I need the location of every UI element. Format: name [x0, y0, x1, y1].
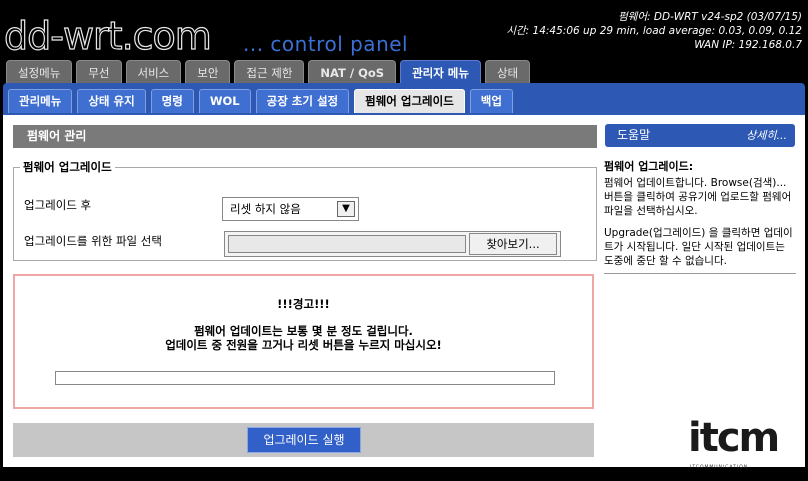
tab-setup[interactable]: 설정메뉴: [6, 60, 73, 84]
file-path-field[interactable]: [228, 235, 466, 253]
tab-security[interactable]: 보안: [185, 60, 231, 84]
help-heading: 펌웨어 업그레이드:: [604, 160, 694, 173]
help-body: 펌웨어 업그레이드: 펌웨어 업데이트합니다. Browse(검색)... 버튼…: [604, 160, 796, 276]
wan-ip: WAN IP: 192.168.0.7: [694, 39, 802, 51]
dd-wrt-logo: dd-wrt.com: [3, 14, 212, 58]
browse-button[interactable]: 찾아보기...: [469, 233, 557, 255]
help-more-link[interactable]: 상세히...: [746, 124, 787, 147]
uptime-line: 시간: 14:45:06 up 29 min, load average: 0.…: [506, 25, 802, 37]
control-panel-tagline: ... control panel: [243, 32, 409, 56]
after-upgrade-label: 업그레이드 후: [24, 198, 92, 212]
help-title: 도움말: [617, 128, 651, 142]
sub-tab-bar: 관리메뉴 상태 유지 명령 WOL 공장 초기 설정 펌웨어 업그레이드 백업: [3, 83, 805, 115]
file-select-label: 업그레이드를 위한 파일 선택: [24, 234, 162, 248]
watermark-logo: itcm ITCOMMUNICATION: [688, 415, 806, 477]
tab-administration[interactable]: 관리자 메뉴: [400, 60, 481, 84]
content-area: 펌웨어 관리 펌웨어 업그레이드 업그레이드 후 리셋 하지 않음 ▼ 업그레이…: [3, 115, 805, 467]
router-info: 펌웨어: DD-WRT v24-sp2 (03/07/15) 시간: 14:45…: [506, 10, 802, 52]
header: dd-wrt.com ... control panel 펌웨어: DD-WRT…: [0, 0, 808, 58]
help-paragraph-2: Upgrade(업그레이드) 을 클릭하면 업데이트가 시작됩니다. 일단 시작…: [604, 227, 793, 267]
subtab-factory-defaults[interactable]: 공장 초기 설정: [255, 89, 350, 113]
fieldset-legend: 펌웨어 업그레이드: [23, 160, 112, 174]
tab-nat-qos[interactable]: NAT / QoS: [308, 60, 397, 84]
subtab-keep-alive[interactable]: 상태 유지: [77, 89, 146, 113]
help-header: 도움말 상세히...: [605, 124, 795, 147]
warning-line-2: 업데이트 중 전원을 끄거나 리셋 버튼을 누르지 마십시오!: [165, 338, 442, 352]
chevron-down-icon[interactable]: ▼: [337, 201, 355, 217]
firmware-version: 펌웨어: DD-WRT v24-sp2 (03/07/15): [618, 11, 802, 23]
subtab-wol[interactable]: WOL: [198, 89, 251, 113]
after-upgrade-value: 리셋 하지 않음: [230, 202, 301, 216]
tab-wireless[interactable]: 무선: [76, 60, 122, 84]
warning-title: !!!경고!!!: [277, 297, 330, 311]
help-divider: [604, 273, 796, 274]
tab-services[interactable]: 서비스: [125, 60, 182, 84]
warning-box: !!!경고!!! 펌웨어 업데이트는 보통 몇 분 정도 걸립니다. 업데이트 …: [13, 274, 594, 409]
section-title: 펌웨어 관리: [13, 125, 597, 148]
subtab-management[interactable]: 관리메뉴: [8, 89, 73, 113]
upgrade-progress-bar: [55, 371, 555, 385]
help-paragraph-1: 펌웨어 업데이트합니다. Browse(검색)... 버튼을 클릭하여 공유기에…: [604, 177, 792, 217]
sub-tabs: 관리메뉴 상태 유지 명령 WOL 공장 초기 설정 펌웨어 업그레이드 백업: [8, 89, 513, 113]
subtab-backup[interactable]: 백업: [469, 89, 513, 113]
tab-access-restrictions[interactable]: 접근 제한: [234, 60, 305, 84]
subtab-firmware-upgrade[interactable]: 펌웨어 업그레이드: [354, 89, 465, 113]
watermark-letters: itcm: [688, 415, 780, 461]
file-input[interactable]: 찾아보기...: [224, 231, 561, 257]
tab-status[interactable]: 상태: [484, 60, 531, 84]
watermark-subtitle: ITCOMMUNICATION: [690, 465, 749, 470]
subtab-commands[interactable]: 명령: [150, 89, 194, 113]
action-bar: 업그레이드 실행: [13, 423, 594, 457]
main-tabs: 설정메뉴 무선 서비스 보안 접근 제한 NAT / QoS 관리자 메뉴 상태: [6, 60, 531, 84]
firmware-upgrade-fieldset: 펌웨어 업그레이드 업그레이드 후 리셋 하지 않음 ▼ 업그레이드를 위한 파…: [13, 159, 597, 261]
upgrade-button[interactable]: 업그레이드 실행: [247, 427, 361, 453]
after-upgrade-select[interactable]: 리셋 하지 않음 ▼: [222, 197, 359, 221]
